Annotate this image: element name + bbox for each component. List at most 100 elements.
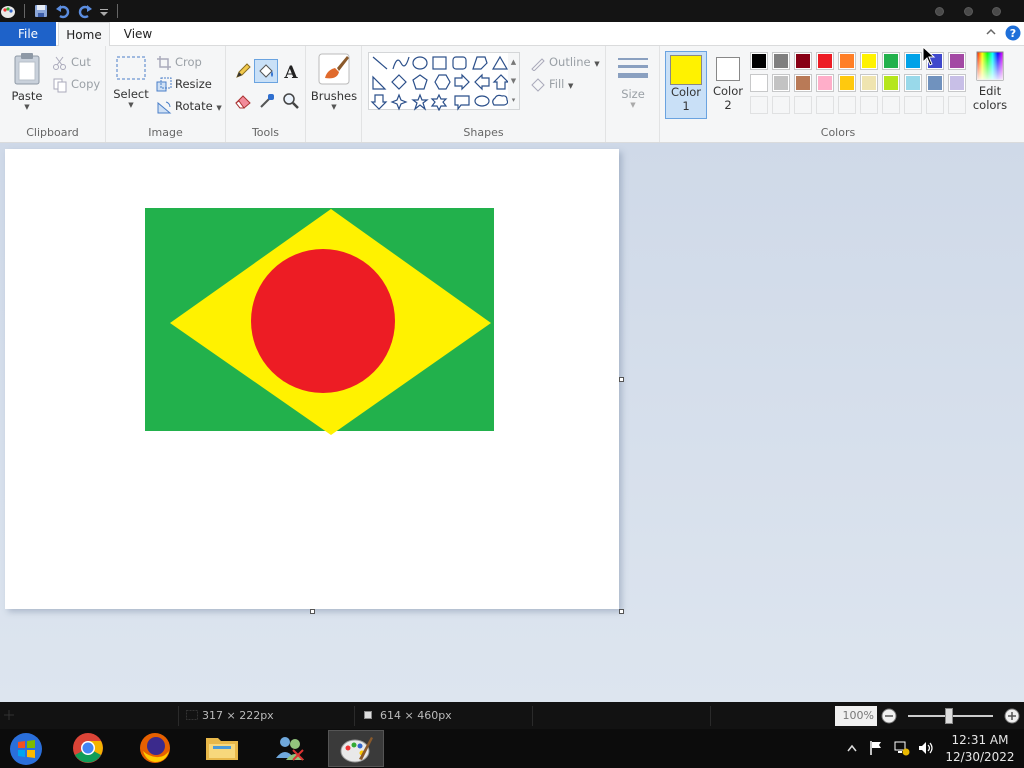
palette-swatch[interactable] [750, 52, 768, 70]
custom-color-slot[interactable] [838, 96, 856, 114]
shapes-gallery[interactable] [368, 52, 514, 111]
tab-file[interactable]: File [0, 22, 56, 46]
pencil-icon[interactable] [234, 62, 252, 80]
file-explorer-icon[interactable] [204, 732, 240, 764]
color1-button[interactable]: Color 1 [665, 51, 707, 119]
network-icon[interactable] [893, 740, 911, 756]
zoom-slider-thumb[interactable] [945, 708, 953, 724]
custom-color-slot[interactable] [816, 96, 834, 114]
custom-color-slot[interactable] [794, 96, 812, 114]
eraser-icon[interactable] [234, 92, 252, 110]
brushes-label: Brushes [310, 89, 358, 103]
custom-color-slot[interactable] [772, 96, 790, 114]
zoom-level-display[interactable]: 100% [835, 706, 877, 726]
rotate-icon [156, 99, 172, 115]
custom-color-slot[interactable] [750, 96, 768, 114]
canvas-resize-handle-corner[interactable] [619, 609, 624, 614]
show-hidden-icons-icon[interactable] [847, 744, 857, 752]
select-button[interactable]: Select ▼ [112, 54, 150, 109]
palette-swatch[interactable] [816, 52, 834, 70]
redo-icon[interactable] [77, 3, 93, 19]
clock-date[interactable]: 12/30/2022 [940, 750, 1020, 764]
undo-icon[interactable] [55, 3, 71, 19]
palette-swatch[interactable] [794, 52, 812, 70]
minimize-button[interactable] [935, 7, 944, 16]
color-picker-icon[interactable] [258, 92, 276, 110]
paint-app-icon[interactable] [0, 3, 16, 19]
outline-brush-icon [530, 55, 546, 72]
help-icon[interactable]: ? [1005, 25, 1021, 41]
palette-swatch[interactable] [860, 74, 878, 92]
copy-button[interactable]: Copy [52, 74, 100, 94]
shape-fill-button[interactable]: Fill ▼ [530, 74, 573, 94]
drawing-canvas[interactable] [5, 149, 619, 609]
palette-swatch[interactable] [948, 74, 966, 92]
scroll-down-icon[interactable]: ▼ [508, 72, 519, 91]
rotate-button[interactable]: Rotate ▼ [156, 96, 222, 116]
canvas-resize-handle-right[interactable] [619, 377, 624, 382]
palette-swatch[interactable] [772, 74, 790, 92]
shape-outline-button[interactable]: Outline ▼ [530, 52, 600, 72]
crop-label: Crop [175, 55, 202, 69]
start-button-icon[interactable] [8, 731, 44, 767]
action-center-flag-icon[interactable] [868, 740, 884, 756]
gallery-expand-icon[interactable]: ▾ [508, 91, 519, 109]
size-group: Size ▼ [606, 46, 660, 142]
taskbar-app-people[interactable] [263, 730, 319, 767]
palette-swatch[interactable] [882, 52, 900, 70]
custom-color-slot[interactable] [882, 96, 900, 114]
custom-color-slot[interactable] [904, 96, 922, 114]
taskbar-app-paint[interactable] [328, 730, 384, 767]
collapse-ribbon-icon[interactable] [985, 26, 997, 38]
tools-group-label: Tools [251, 126, 280, 139]
save-icon[interactable] [33, 3, 49, 19]
shapes-gallery-scrollbar[interactable]: ▲ ▼ ▾ [508, 52, 520, 110]
palette-swatch[interactable] [948, 52, 966, 70]
tab-view[interactable]: View [114, 22, 162, 46]
maximize-button[interactable] [964, 7, 973, 16]
palette-swatch[interactable] [772, 52, 790, 70]
tab-home[interactable]: Home [58, 22, 110, 47]
canvas-resize-handle-bottom[interactable] [310, 609, 315, 614]
custom-color-slot[interactable] [926, 96, 944, 114]
palette-swatch-color [950, 54, 964, 68]
scroll-up-icon[interactable]: ▲ [508, 53, 519, 72]
firefox-icon[interactable] [138, 731, 172, 765]
palette-swatch-color [862, 54, 876, 68]
crop-button[interactable]: Crop [156, 52, 202, 72]
palette-swatch[interactable] [904, 52, 922, 70]
brushes-button[interactable]: Brushes ▼ [310, 52, 358, 111]
color2-button[interactable]: Color 2 [709, 51, 747, 119]
palette-swatch[interactable] [794, 74, 812, 92]
custom-color-slot[interactable] [948, 96, 966, 114]
resize-button[interactable]: Resize [156, 74, 212, 94]
edit-colors-button[interactable]: Edit colors [972, 51, 1008, 112]
chrome-icon[interactable] [71, 731, 105, 765]
palette-swatch[interactable] [926, 74, 944, 92]
customize-qat-icon[interactable] [97, 3, 113, 19]
size-button[interactable]: Size ▼ [614, 54, 652, 109]
cut-button[interactable]: Cut [52, 52, 91, 72]
crop-icon [156, 55, 172, 71]
magnifier-icon[interactable] [282, 92, 300, 110]
paste-button[interactable]: Paste ▼ [6, 52, 48, 111]
people-icon [276, 737, 304, 761]
custom-color-slot[interactable] [860, 96, 878, 114]
palette-swatch[interactable] [750, 74, 768, 92]
zoom-in-icon[interactable] [1004, 708, 1020, 724]
text-tool-icon[interactable]: A [282, 62, 300, 80]
palette-swatch[interactable] [816, 74, 834, 92]
fill-label: Fill [549, 77, 565, 91]
chevron-down-icon: ▼ [128, 101, 134, 109]
palette-swatch[interactable] [860, 52, 878, 70]
close-button[interactable] [992, 7, 1001, 16]
zoom-out-icon[interactable] [881, 708, 897, 724]
volume-icon[interactable] [917, 740, 935, 756]
palette-swatch[interactable] [838, 74, 856, 92]
palette-swatch[interactable] [882, 74, 900, 92]
palette-swatch-color [796, 76, 810, 90]
palette-swatch[interactable] [838, 52, 856, 70]
fill-with-color-button[interactable] [254, 59, 278, 83]
clock-time[interactable]: 12:31 AM [940, 733, 1020, 747]
palette-swatch[interactable] [904, 74, 922, 92]
